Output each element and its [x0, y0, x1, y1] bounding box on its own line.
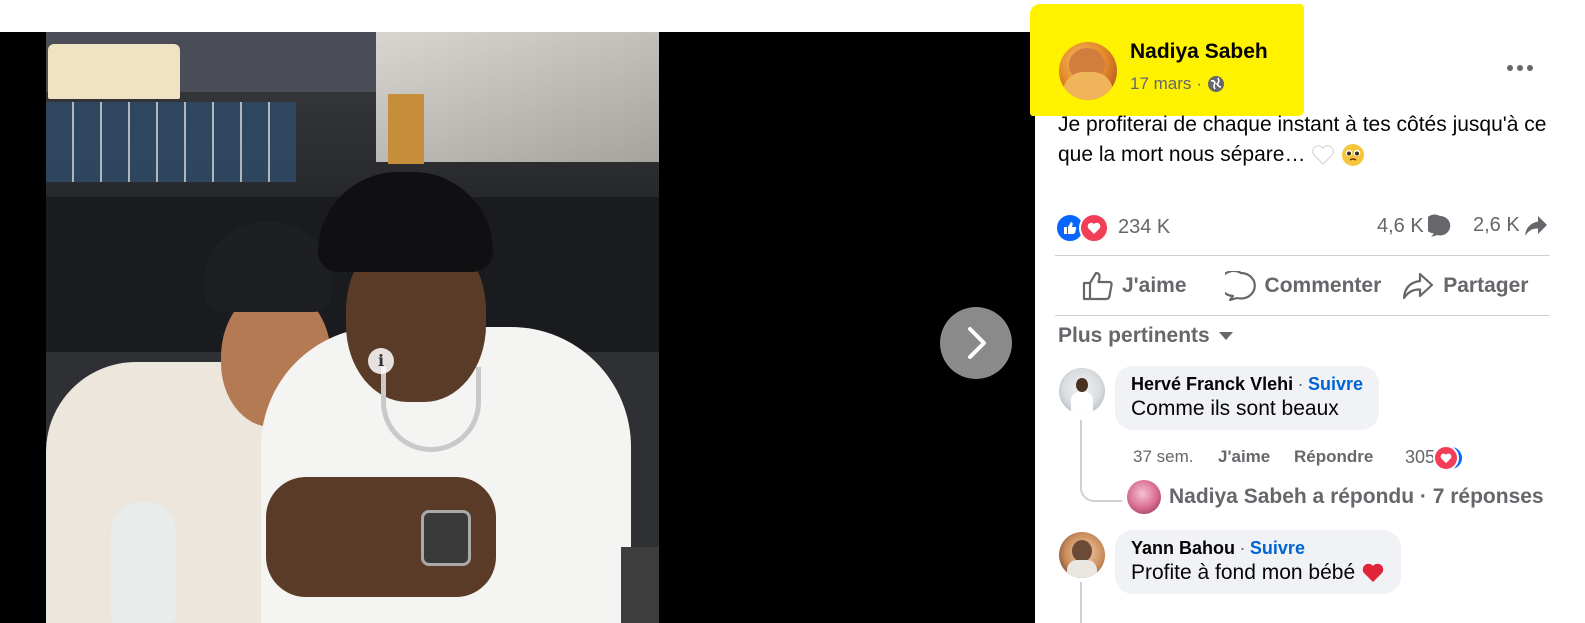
replier-avatar — [1127, 480, 1161, 514]
follow-button[interactable]: Suivre — [1308, 374, 1363, 394]
comment-text: Profite à fond mon bébé — [1131, 561, 1385, 585]
media-viewer: i — [0, 32, 1035, 623]
name-separator: · — [1239, 538, 1246, 558]
next-photo-button[interactable] — [940, 307, 1012, 379]
dot-icon — [1517, 65, 1523, 71]
replies-summary: Nadiya Sabeh a répondu · 7 réponses — [1169, 485, 1544, 508]
comment-like-button[interactable]: J'aime — [1218, 447, 1270, 467]
comment-bubble: Yann Bahou · Suivre Profite à fond mon b… — [1115, 530, 1401, 594]
post-caption: Je profiterai de chaque instant à tes cô… — [1058, 110, 1558, 170]
divider — [1055, 315, 1550, 316]
comment-reaction-count[interactable]: 305 — [1405, 447, 1435, 468]
share-button[interactable]: Partager — [1401, 262, 1528, 310]
post-meta: 17 mars · — [1130, 74, 1225, 94]
dot-icon — [1507, 65, 1513, 71]
like-button-label: J'aime — [1122, 274, 1187, 297]
love-reaction-icon — [1433, 445, 1459, 471]
comment-button[interactable]: Commenter — [1224, 262, 1382, 310]
comment-bubble-icon — [1427, 214, 1450, 237]
share-count-value: 2,6 K — [1473, 214, 1520, 236]
commenter-name[interactable]: Yann Bahou — [1131, 538, 1235, 558]
comment-icon — [1224, 271, 1256, 301]
reaction-count[interactable]: 234 K — [1118, 216, 1170, 239]
comment-meta: 37 sem. J'aime Répondre 305 — [1133, 445, 1493, 471]
love-reaction-icon — [1079, 213, 1109, 243]
sort-label: Plus pertinents — [1058, 324, 1210, 347]
post-photo: i — [46, 32, 659, 623]
view-replies-link[interactable]: Nadiya Sabeh a répondu · 7 réponses — [1127, 480, 1544, 514]
share-count[interactable]: 2,6 K — [1473, 214, 1548, 237]
comment-sort-dropdown[interactable]: Plus pertinents — [1058, 324, 1234, 348]
reply-thread-line — [1080, 420, 1122, 502]
dot-icon — [1527, 65, 1533, 71]
caret-down-icon — [1218, 332, 1233, 340]
red-heart-icon — [1362, 564, 1384, 583]
reaction-icons[interactable] — [1055, 213, 1109, 243]
white-heart-icon — [1312, 145, 1335, 166]
comment-text: Comme ils sont beaux — [1131, 397, 1339, 420]
commenter-avatar[interactable] — [1059, 368, 1105, 414]
post-author-name[interactable]: Nadiya Sabeh — [1130, 40, 1268, 64]
commenter-avatar[interactable] — [1059, 532, 1105, 578]
post-actions: J'aime Commenter Partager — [1055, 262, 1550, 310]
reply-thread-line — [1080, 582, 1082, 623]
thumbs-up-icon — [1082, 271, 1113, 301]
more-options-button[interactable] — [1505, 56, 1535, 80]
post-date[interactable]: 17 mars — [1130, 74, 1191, 94]
comment-time[interactable]: 37 sem. — [1133, 447, 1193, 467]
comment-bubble: Hervé Franck Vlehi · Suivre Comme ils so… — [1115, 366, 1380, 430]
author-avatar[interactable] — [1059, 42, 1117, 100]
pleading-face-icon — [1342, 144, 1365, 167]
chevron-right-icon — [968, 327, 986, 359]
comment-text-value: Profite à fond mon bébé — [1131, 561, 1356, 584]
commenter-name[interactable]: Hervé Franck Vlehi — [1131, 374, 1293, 394]
divider — [1055, 255, 1550, 256]
share-arrow-icon — [1524, 215, 1547, 236]
caption-text: Je profiterai de chaque instant à tes cô… — [1058, 113, 1547, 166]
share-button-label: Partager — [1443, 274, 1529, 297]
meta-separator: · — [1196, 74, 1203, 93]
share-icon — [1403, 272, 1434, 300]
comment-button-label: Commenter — [1264, 274, 1382, 297]
follow-button[interactable]: Suivre — [1250, 538, 1305, 558]
post-side-panel: Nadiya Sabeh 17 mars · Je profiterai de … — [1030, 0, 1585, 623]
comment-reply-button[interactable]: Répondre — [1294, 447, 1373, 467]
post-stats: 234 K 4,6 K 2,6 K — [1055, 210, 1550, 244]
comment-count[interactable]: 4,6 K — [1377, 214, 1452, 238]
globe-icon — [1208, 76, 1225, 92]
like-button[interactable]: J'aime — [1082, 262, 1187, 310]
comment-count-value: 4,6 K — [1377, 214, 1424, 237]
name-separator: · — [1297, 374, 1304, 394]
